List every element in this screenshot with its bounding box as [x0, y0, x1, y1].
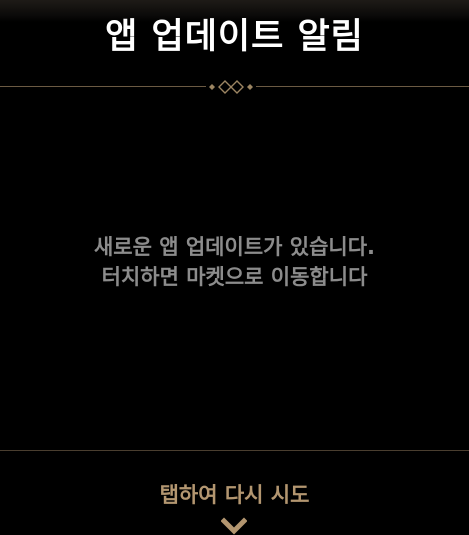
dialog-title: 앱 업데이트 알림 — [105, 17, 364, 57]
footer-divider — [0, 450, 469, 451]
retry-button[interactable]: 탭하여 다시 시도 — [0, 480, 469, 510]
diamond-ornament-icon — [206, 80, 256, 94]
update-message-line-1: 새로운 앱 업데이트가 있습니다. — [93, 235, 376, 259]
update-message[interactable]: 새로운 앱 업데이트가 있습니다. 터치하면 마켓으로 이동합니다 — [0, 232, 469, 292]
chevron-down-icon[interactable] — [221, 517, 247, 535]
update-message-line-2: 터치하면 마켓으로 이동합니다 — [101, 265, 368, 289]
